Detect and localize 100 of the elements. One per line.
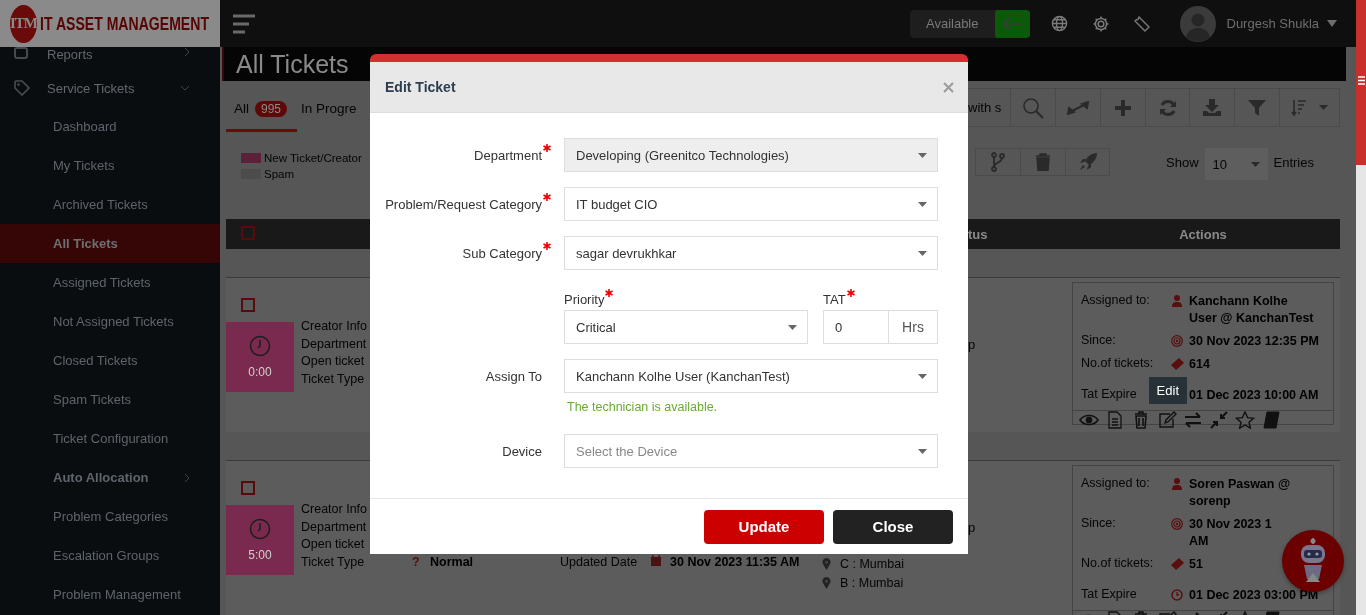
clock-icon [249, 335, 271, 357]
toolbar-button[interactable] [1020, 148, 1065, 176]
field-label: Ticket Type [301, 554, 366, 569]
table-cell: p [968, 337, 976, 352]
dialog-title: Edit Ticket [385, 79, 456, 95]
select-field[interactable]: sagar devrukhkar [564, 236, 938, 270]
star-icon[interactable] [1235, 411, 1255, 429]
edit-icon[interactable] [1157, 411, 1177, 429]
user-name[interactable]: Durgesh Shukla [1226, 16, 1319, 31]
checkbox[interactable] [241, 225, 255, 240]
side-panel-toggle[interactable] [1356, 0, 1366, 615]
page-title: All Tickets [236, 49, 349, 79]
left-arrow-icon [1002, 16, 1022, 31]
sidebar-item[interactable]: Reports [0, 47, 220, 69]
field-value: 30 Nov 2023 12:35 PM [1189, 333, 1320, 350]
ticket-icon[interactable] [1133, 15, 1150, 32]
timer-block: 0:00 [226, 322, 294, 392]
field-label: Open ticket [301, 537, 366, 551]
sidebar-item[interactable]: Escalation Groups [0, 536, 220, 575]
device-select[interactable]: Select the Device [564, 434, 938, 468]
location-pin-icon [822, 558, 831, 570]
question-mark: ? [412, 554, 421, 569]
field-label: Open ticket [301, 354, 366, 368]
arrow-button[interactable] [994, 9, 1030, 38]
location-text: C : Mumbai [840, 557, 904, 571]
field-label: Assigned to: [1081, 476, 1151, 492]
settings-icon[interactable] [1091, 14, 1110, 33]
target-icon [1171, 335, 1183, 347]
field-label: No.of tickets: [1081, 356, 1155, 372]
globe-icon[interactable] [1050, 15, 1068, 32]
field-label: Priority [564, 292, 605, 307]
clock-icon [1171, 589, 1183, 601]
sidebar-item[interactable]: Problem Categories [0, 497, 220, 536]
close-button[interactable]: Close [833, 509, 953, 544]
sidebar-item[interactable]: Dashboard [0, 107, 220, 146]
logo-text: IT ASSET MANAGEMENT [40, 12, 209, 35]
book-icon[interactable] [1261, 411, 1281, 429]
toolbar-button[interactable] [975, 148, 1020, 176]
document-icon[interactable] [1105, 411, 1125, 429]
rocket-icon [1077, 152, 1098, 172]
assignee-select[interactable]: Kanchann Kolhe User (KanchanTest) [564, 359, 938, 393]
sidebar-item[interactable]: My Tickets [0, 146, 220, 185]
calendar-icon [650, 554, 662, 567]
checkbox[interactable] [241, 298, 255, 312]
field-label: Department [474, 147, 542, 163]
caret-icon[interactable] [1327, 20, 1337, 27]
status-toggle[interactable]: Available [909, 9, 1030, 38]
sidebar-item[interactable]: All Tickets [0, 224, 220, 263]
trash-icon [1035, 153, 1051, 171]
ticket-type: Normal [430, 554, 475, 569]
tat-field[interactable]: 0 Hrs [823, 310, 938, 344]
field-label: Tat Expire [1081, 587, 1138, 603]
sidebar-item[interactable]: Auto Allocation [0, 458, 220, 497]
priority-select[interactable]: Critical [564, 310, 808, 344]
branch-icon [991, 152, 1005, 172]
field-label: Since: [1081, 516, 1117, 532]
legend-label: Spam [264, 168, 295, 180]
field-label: Since: [1081, 333, 1117, 349]
avatar-icon[interactable] [1179, 5, 1216, 42]
caret-icon [918, 201, 927, 207]
tag-icon [14, 80, 30, 96]
menu-icon[interactable] [232, 13, 256, 34]
table-cell: p [968, 520, 976, 535]
sidebar-item[interactable]: Ticket Configuration [0, 419, 220, 458]
field-label: Department [301, 519, 368, 534]
toolbar-button[interactable] [1065, 148, 1110, 176]
tab[interactable]: In Progre [297, 98, 357, 132]
caret-icon [918, 373, 927, 379]
field-label: Device [502, 443, 542, 459]
caret-icon [918, 152, 927, 158]
tab[interactable]: All 995 [226, 98, 298, 132]
caret-icon [788, 324, 797, 330]
close-icon[interactable] [943, 81, 954, 93]
sidebar-item[interactable]: Closed Tickets [0, 341, 220, 380]
page-size-select[interactable]: 10 [1204, 148, 1268, 180]
ticket-icon [1170, 358, 1184, 370]
compress-icon[interactable] [1209, 411, 1229, 429]
unit-label: Hrs [901, 318, 925, 337]
clock-icon [249, 518, 271, 540]
chevron-down-icon [180, 85, 190, 91]
sidebar-item[interactable]: Assigned Tickets [0, 263, 220, 302]
update-button[interactable]: Update [704, 509, 824, 544]
timer-block: 5:00 [226, 505, 294, 575]
select-field[interactable]: IT budget CIO [564, 187, 938, 221]
swap-arrows-icon[interactable] [1183, 411, 1203, 429]
field-label: Assign To [485, 368, 542, 384]
field-label: Ticket Type [301, 371, 366, 386]
sidebar-item[interactable]: Problem Management [0, 575, 220, 614]
menu-icon [1357, 76, 1365, 85]
checkbox[interactable] [241, 481, 255, 495]
sidebar-item[interactable]: Service Tickets [0, 69, 220, 107]
field-value: 30 Nov 2023 1 AM [1189, 516, 1273, 550]
sidebar-item[interactable]: Not Assigned Tickets [0, 302, 220, 341]
field-value: 51 [1189, 556, 1204, 573]
sidebar-item[interactable]: Spam Tickets [0, 380, 220, 419]
updated-date: 30 Nov 2023 11:35 AM [670, 554, 801, 569]
sidebar-item[interactable]: Archived Tickets [0, 185, 220, 224]
entries-label: Entries [1273, 154, 1314, 170]
caret-icon [1250, 161, 1260, 167]
ticket-icon [1170, 558, 1184, 570]
